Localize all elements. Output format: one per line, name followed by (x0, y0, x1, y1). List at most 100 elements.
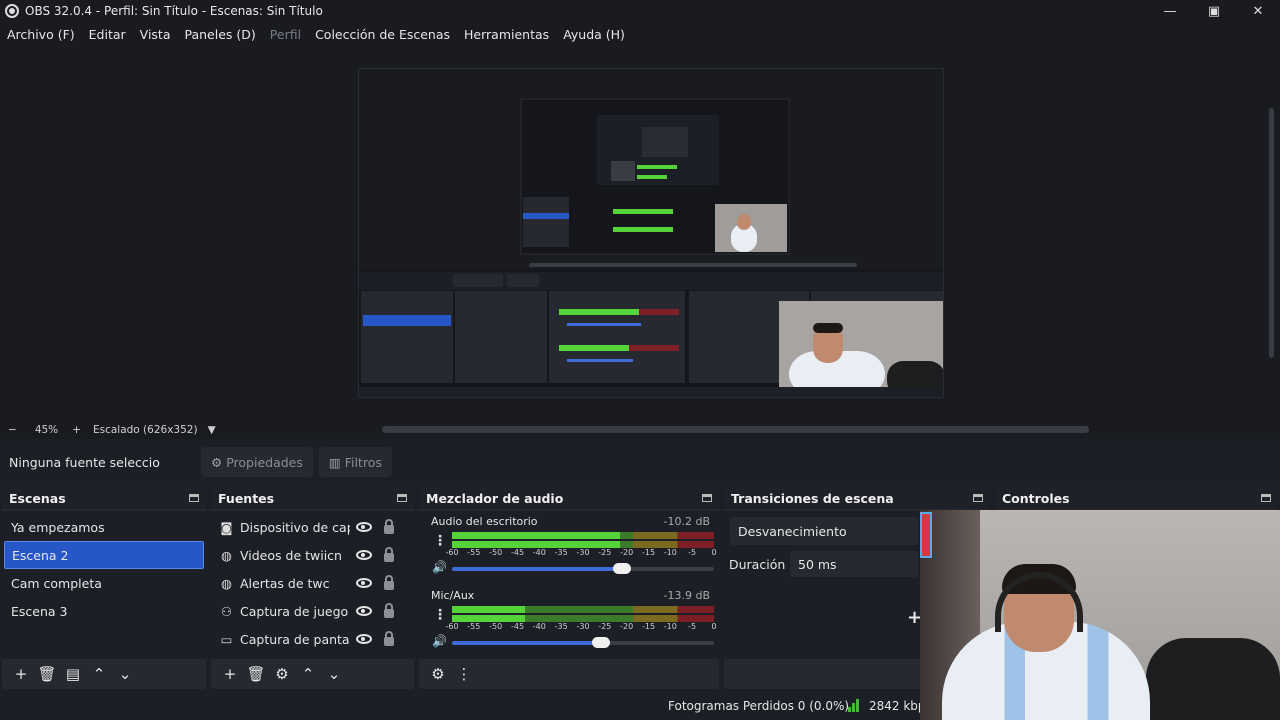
add-scene-icon[interactable]: + (8, 665, 34, 683)
add-source-icon[interactable]: + (217, 665, 243, 683)
lock-icon[interactable] (384, 603, 394, 618)
menu-paneles[interactable]: Paneles (D) (185, 27, 256, 42)
gamepad-icon: ⚇ (220, 603, 233, 619)
properties-button[interactable]: ⚙ Propiedades (201, 447, 313, 477)
no-source-selected-label: Ninguna fuente seleccionad (9, 454, 161, 470)
menu-ayuda[interactable]: Ayuda (H) (563, 27, 625, 42)
maximize-button[interactable]: ▣ (1192, 0, 1236, 22)
lock-icon[interactable] (384, 519, 394, 534)
lock-icon[interactable] (384, 547, 394, 562)
scene-filters-icon[interactable]: ▤ (60, 665, 86, 683)
advanced-audio-icon[interactable]: ⚙ (425, 665, 451, 683)
kebab-menu-icon[interactable]: ⋮ (433, 533, 447, 549)
meter-tick-label: -40 (532, 622, 546, 631)
meter-tick-label: -30 (576, 622, 590, 631)
menu-vista[interactable]: Vista (140, 27, 171, 42)
visibility-eye-icon[interactable] (356, 522, 372, 532)
zoom-out-button[interactable]: − (8, 424, 17, 436)
preview-vertical-scrollbar[interactable] (1269, 108, 1274, 358)
menu-bar: Archivo (F) Editar Vista Paneles (D) Per… (0, 22, 1280, 46)
duration-input[interactable]: 50 ms (790, 551, 918, 577)
visibility-eye-icon[interactable] (356, 550, 372, 560)
scene-item[interactable]: Cam completa (4, 569, 204, 597)
meter-tick-label: -50 (489, 548, 503, 557)
menu-perfil[interactable]: Perfil (270, 27, 301, 42)
source-item[interactable]: ◍ Alertas de twc (211, 569, 414, 597)
monitor-icon: ▭ (220, 631, 233, 647)
menu-herramientas[interactable]: Herramientas (464, 27, 549, 42)
move-down-icon[interactable]: ⌄ (321, 665, 347, 683)
track-name: Audio del escritorio (431, 515, 538, 528)
speaker-icon[interactable]: 🔊 (432, 560, 447, 574)
menu-archivo[interactable]: Archivo (F) (7, 27, 75, 42)
sources-list: ◙ Dispositivo de capt ◍ Videos de twiicn ◍… (211, 511, 414, 659)
source-item[interactable]: ◙ Dispositivo de capt (211, 513, 414, 541)
filter-icon: ▥ (328, 454, 341, 470)
preview-canvas[interactable] (0, 46, 1280, 421)
close-button[interactable]: ✕ (1236, 0, 1280, 22)
meter-tick-label: -55 (467, 622, 481, 631)
audio-meter (452, 541, 714, 548)
visibility-eye-icon[interactable] (356, 578, 372, 588)
meter-tick-label: -20 (620, 622, 634, 631)
filters-button[interactable]: ▥ Filtros (318, 447, 392, 477)
scale-label: Escalado (626x352) (92, 424, 198, 436)
volume-slider-knob[interactable] (592, 637, 611, 648)
source-item[interactable]: ▭Captura de pantalla (211, 625, 414, 653)
menu-editar[interactable]: Editar (89, 27, 126, 42)
scenes-title: Escenas (9, 490, 66, 506)
scene-item-selected[interactable]: Escena 2 (4, 541, 204, 569)
globe-icon: ◍ (221, 547, 232, 563)
kebab-menu-icon[interactable]: ⋮ (433, 607, 447, 623)
speaker-icon[interactable]: 🔊 (432, 634, 447, 648)
scale-dropdown-icon[interactable]: ▼ (208, 424, 216, 436)
meter-tick-label: -25 (598, 548, 612, 557)
meter-level (452, 541, 620, 548)
nested-preview-image (358, 68, 944, 398)
track-name: Mic/Aux (431, 589, 475, 602)
move-up-icon[interactable]: ⌃ (295, 665, 321, 683)
undock-icon[interactable] (1261, 494, 1271, 502)
volume-slider[interactable] (452, 637, 714, 648)
undock-icon[interactable] (397, 494, 407, 502)
zoom-level: 45% (34, 424, 59, 436)
meter-tick-label: -45 (510, 622, 525, 631)
gear-icon: ⚙ (211, 454, 223, 470)
trash-icon[interactable]: 🗑 (34, 665, 60, 683)
source-item[interactable]: ⚇ Captura de juego (211, 597, 414, 625)
volume-slider[interactable] (452, 563, 714, 574)
move-up-icon[interactable]: ⌃ (86, 665, 112, 683)
controls-title: Controles (1002, 490, 1070, 506)
minimize-button[interactable]: — (1148, 0, 1192, 22)
meter-ticks: -60 -55 -50 -45 -40 -35 -30 -25 -20 -15 -10 -5 0 (445, 548, 716, 558)
meter-tick-label: -10 (663, 622, 677, 631)
scene-item[interactable]: Ya empezamos (4, 513, 204, 541)
signal-bars-icon (848, 698, 860, 712)
kebab-menu-icon[interactable]: ⋮ (451, 665, 477, 683)
visibility-eye-icon[interactable] (356, 634, 372, 644)
volume-slider-knob[interactable] (613, 563, 632, 574)
obs-logo-icon (5, 4, 19, 18)
undock-icon[interactable] (702, 494, 712, 502)
trash-icon[interactable]: 🗑 (243, 665, 269, 683)
transition-select[interactable]: Desvanecimiento (730, 517, 918, 545)
preview-horizontal-scrollbar[interactable] (382, 426, 1089, 433)
source-item[interactable]: ◍ Videos de twiicn (211, 541, 414, 569)
lock-icon[interactable] (384, 631, 394, 646)
meter-ticks: -60 -55 -50 -45 -40 -35 -30 -25 -20 -15 -10 -5 0 (445, 622, 716, 632)
scene-item[interactable]: Escena 3 (4, 597, 204, 625)
duration-label: Duración (729, 557, 786, 572)
audio-meter (452, 606, 714, 613)
globe-icon: ◍ (221, 575, 232, 591)
move-down-icon[interactable]: ⌄ (112, 665, 138, 683)
zoom-in-button[interactable]: + (72, 424, 81, 436)
lock-icon[interactable] (384, 575, 394, 590)
mixer-body: Audio del escritorio -10.2 dB ⋮ -60 -55 -5… (419, 511, 719, 659)
menu-coleccion-escenas[interactable]: Colección de Escenas (315, 27, 450, 42)
visibility-eye-icon[interactable] (356, 606, 372, 616)
meter-tick-label: -5 (688, 622, 697, 631)
undock-icon[interactable] (973, 494, 983, 502)
undock-icon[interactable] (189, 494, 199, 502)
properties-label: Propiedades (226, 454, 303, 470)
gear-icon[interactable]: ⚙ (269, 665, 295, 683)
